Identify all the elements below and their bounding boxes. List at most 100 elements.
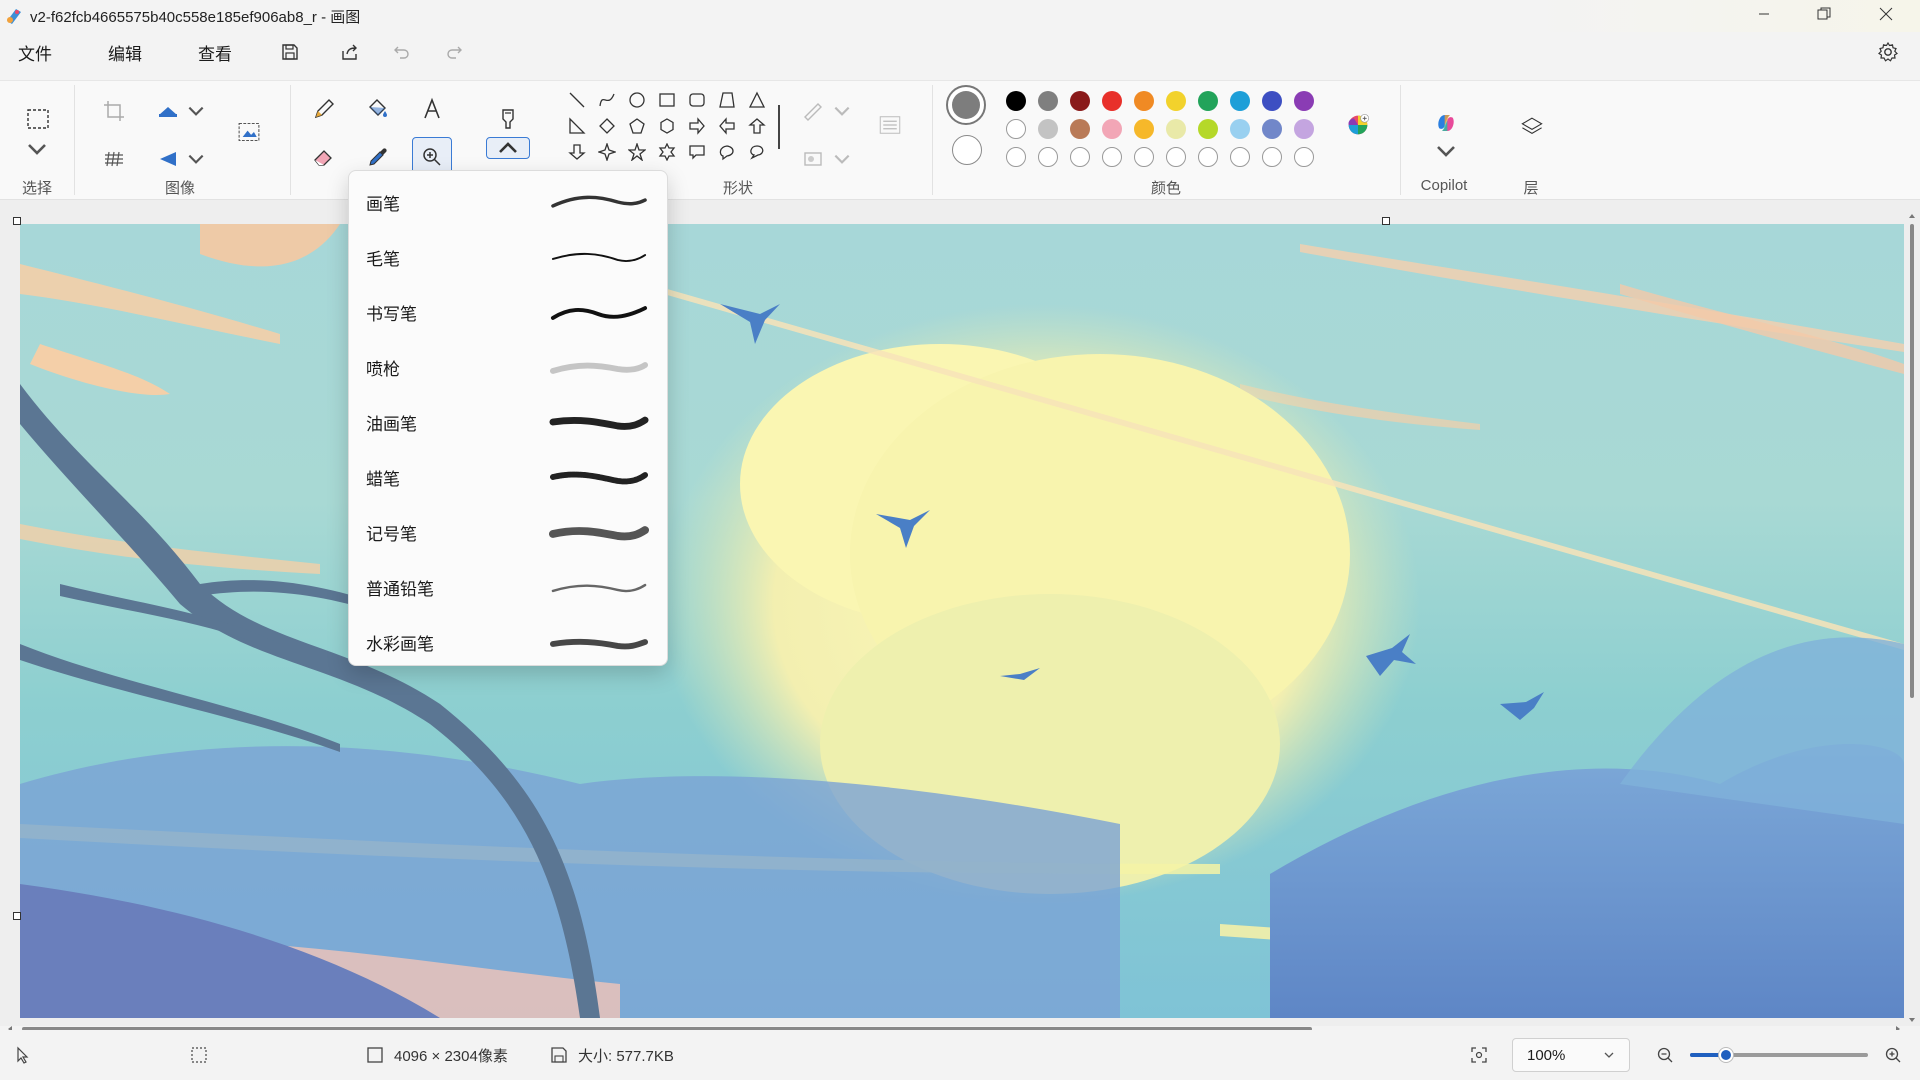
zoom-out-button[interactable] [1656, 1030, 1684, 1080]
color-swatch[interactable] [1070, 119, 1090, 139]
text-tool[interactable] [416, 93, 448, 125]
flip-dropdown[interactable] [186, 143, 206, 175]
brush-option-calligraphy[interactable]: 毛笔 [349, 230, 667, 285]
custom-color-slot[interactable] [1134, 147, 1154, 167]
fill-tool[interactable] [362, 93, 394, 125]
color-swatch[interactable] [1230, 119, 1250, 139]
horizontal-scrollbar[interactable] [8, 1020, 1904, 1032]
rectangle-shape[interactable] [656, 89, 678, 111]
curve-shape[interactable] [596, 89, 618, 111]
menu-file[interactable]: 文件 [0, 34, 70, 70]
flip-button[interactable] [152, 143, 184, 175]
menu-view[interactable]: 查看 [180, 34, 250, 70]
resize-dropdown[interactable] [186, 95, 206, 127]
diamond-shape[interactable] [596, 115, 618, 137]
background-removal-button[interactable] [228, 111, 270, 153]
menu-edit[interactable]: 编辑 [90, 34, 160, 70]
custom-color-slot[interactable] [1006, 147, 1026, 167]
rounded-rectangle-shape[interactable] [686, 89, 708, 111]
triangle-shape[interactable] [746, 89, 768, 111]
color-swatch[interactable] [1166, 119, 1186, 139]
secondary-color[interactable] [952, 135, 982, 165]
outline-button[interactable] [798, 95, 830, 127]
share-button[interactable] [330, 34, 370, 70]
cloud-callout-shape[interactable] [746, 141, 768, 163]
color-swatch[interactable] [1262, 119, 1282, 139]
settings-button[interactable] [1868, 34, 1908, 70]
restore-button[interactable] [1796, 0, 1852, 28]
zoom-slider[interactable] [1690, 1048, 1870, 1062]
brush-option-marker[interactable]: 记号笔 [349, 505, 667, 560]
brush-option-brush[interactable]: 画笔 [349, 175, 667, 230]
stroke-size-button[interactable] [870, 105, 910, 145]
right-triangle-shape[interactable] [566, 115, 588, 137]
oval-shape[interactable] [626, 89, 648, 111]
image-adjust-button[interactable] [98, 143, 130, 175]
hexagon-shape[interactable] [656, 115, 678, 137]
resize-handle-top-center[interactable] [1382, 217, 1390, 225]
custom-color-slot[interactable] [1262, 147, 1282, 167]
select-dropdown[interactable] [22, 139, 52, 159]
layers-button[interactable] [1514, 109, 1550, 145]
color-swatch[interactable] [1294, 119, 1314, 139]
vertical-scrollbar[interactable] [1908, 212, 1916, 1026]
up-arrow-shape[interactable] [746, 115, 768, 137]
drawing-canvas[interactable] [20, 224, 1904, 1018]
custom-color-slot[interactable] [1230, 147, 1250, 167]
color-swatch[interactable] [1230, 91, 1250, 111]
color-swatch[interactable] [1198, 119, 1218, 139]
polygon-shape[interactable] [716, 89, 738, 111]
redo-button[interactable] [434, 34, 474, 70]
edit-colors-button[interactable] [1338, 105, 1378, 145]
color-picker-tool[interactable] [362, 141, 394, 173]
color-swatch[interactable] [1070, 91, 1090, 111]
fill-style-dropdown[interactable] [832, 143, 852, 175]
save-button[interactable] [270, 34, 310, 70]
color-swatch[interactable] [1134, 91, 1154, 111]
custom-color-slot[interactable] [1294, 147, 1314, 167]
resize-button[interactable] [152, 95, 184, 127]
custom-color-slot[interactable] [1038, 147, 1058, 167]
brush-option-watercolor[interactable]: 水彩画笔 [349, 615, 667, 670]
crop-button[interactable] [98, 95, 130, 127]
select-tool[interactable] [20, 101, 56, 137]
color-swatch[interactable] [1006, 91, 1026, 111]
brushes-button[interactable] [490, 101, 526, 137]
outline-dropdown[interactable] [832, 95, 852, 127]
pencil-tool[interactable] [308, 93, 340, 125]
copilot-dropdown[interactable] [1432, 141, 1460, 161]
color-swatch[interactable] [1038, 91, 1058, 111]
primary-color[interactable] [952, 91, 980, 119]
line-shape[interactable] [566, 89, 588, 111]
eraser-tool[interactable] [308, 141, 340, 173]
pentagon-shape[interactable] [626, 115, 648, 137]
color-swatch[interactable] [1038, 119, 1058, 139]
zoom-slider-thumb[interactable] [1718, 1048, 1733, 1062]
rect-callout-shape[interactable] [686, 141, 708, 163]
close-button[interactable] [1858, 0, 1914, 28]
resize-handle-top-left[interactable] [13, 217, 21, 225]
color-swatch[interactable] [1198, 91, 1218, 111]
brush-option-airbrush[interactable]: 喷枪 [349, 340, 667, 395]
left-arrow-shape[interactable] [716, 115, 738, 137]
zoom-in-button[interactable] [1884, 1030, 1912, 1080]
color-swatch[interactable] [1294, 91, 1314, 111]
brushes-dropdown[interactable] [486, 137, 530, 159]
six-point-star-shape[interactable] [656, 141, 678, 163]
resize-handle-middle-left[interactable] [13, 912, 21, 920]
color-swatch[interactable] [1102, 119, 1122, 139]
brush-option-crayon[interactable]: 蜡笔 [349, 450, 667, 505]
color-swatch[interactable] [1166, 91, 1186, 111]
fill-style-button[interactable] [798, 143, 830, 175]
brush-option-pencil[interactable]: 普通铅笔 [349, 560, 667, 615]
custom-color-slot[interactable] [1198, 147, 1218, 167]
custom-color-slot[interactable] [1102, 147, 1122, 167]
color-swatch[interactable] [1134, 119, 1154, 139]
color-swatch[interactable] [1262, 91, 1282, 111]
custom-color-slot[interactable] [1070, 147, 1090, 167]
four-point-star-shape[interactable] [596, 141, 618, 163]
five-point-star-shape[interactable] [626, 141, 648, 163]
minimize-button[interactable] [1736, 0, 1792, 28]
color-swatch[interactable] [1006, 119, 1026, 139]
oval-callout-shape[interactable] [716, 141, 738, 163]
